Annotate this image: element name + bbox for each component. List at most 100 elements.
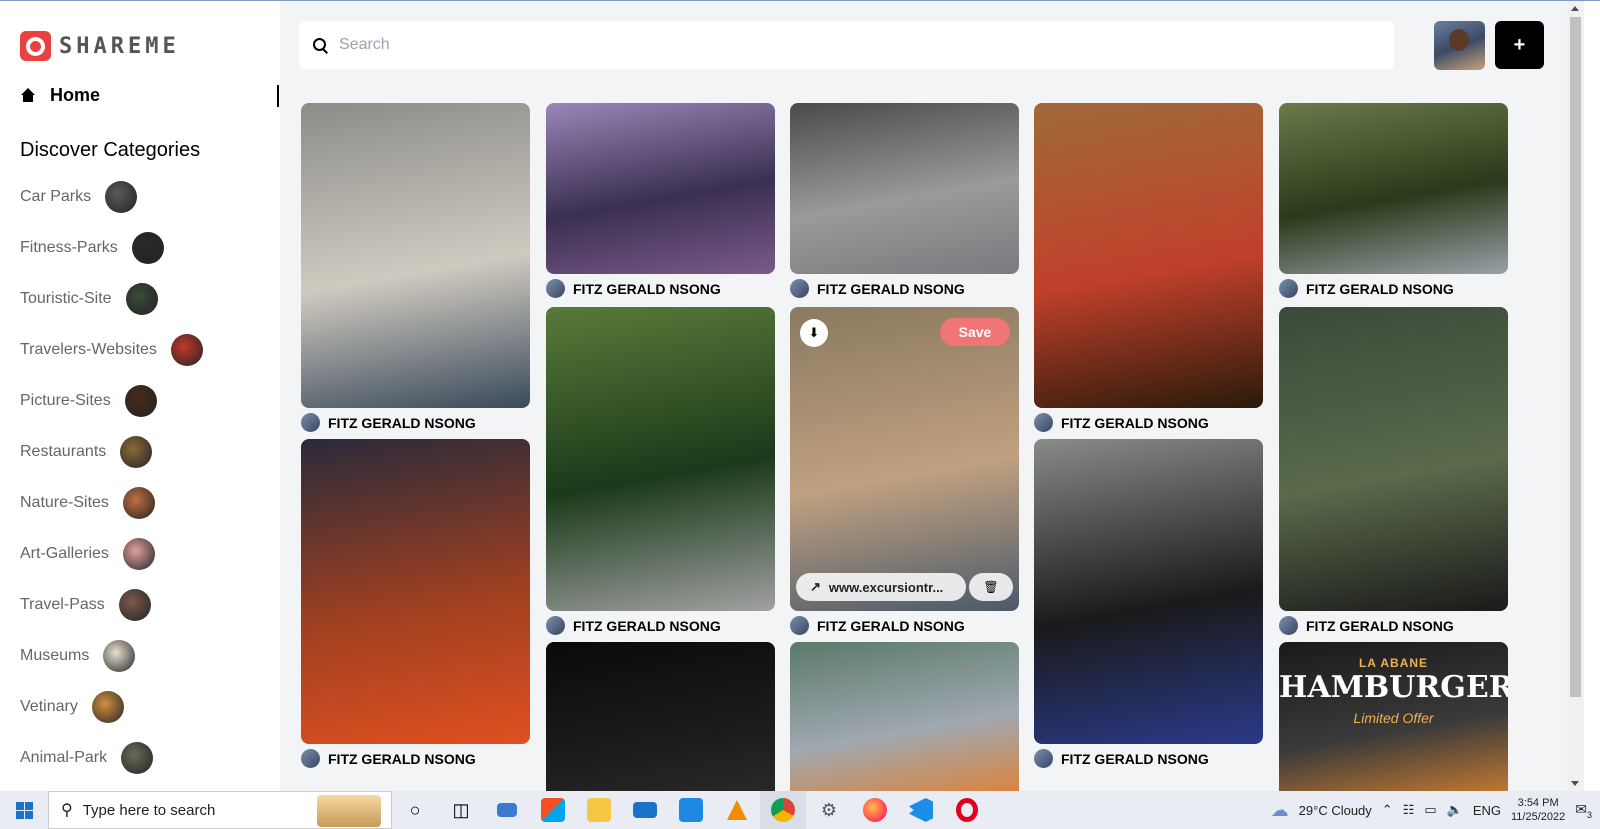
file-explorer-icon[interactable] xyxy=(576,791,622,829)
category-label: Museums xyxy=(20,647,90,664)
cortana-icon[interactable]: ○ xyxy=(392,791,438,829)
pin-author[interactable]: FITZ GERALD NSONG xyxy=(1034,749,1209,768)
vscode-icon[interactable] xyxy=(898,791,944,829)
category-label: Vetinary xyxy=(20,698,78,715)
download-icon[interactable]: ⬇ xyxy=(800,319,828,347)
category-item[interactable]: Animal-Park xyxy=(20,742,154,774)
category-item[interactable]: Restaurants xyxy=(20,436,153,468)
pin-image[interactable] xyxy=(790,642,1019,791)
scrollbar-thumb[interactable] xyxy=(1570,17,1581,697)
pin-author[interactable]: FITZ GERALD NSONG xyxy=(301,749,476,768)
category-thumbnail xyxy=(125,283,158,315)
search-input[interactable] xyxy=(339,36,1339,54)
pin-image[interactable]: LA ABANE HAMBURGER Limited Offer xyxy=(1279,642,1508,791)
vlc-icon[interactable] xyxy=(714,791,760,829)
category-item[interactable]: Car Parks xyxy=(20,181,138,213)
chevron-up-icon[interactable]: ⌃ xyxy=(1382,802,1393,818)
weather-text[interactable]: 29°C Cloudy xyxy=(1299,803,1372,818)
pin-author[interactable]: FITZ GERALD NSONG xyxy=(1279,616,1454,635)
search-bar[interactable] xyxy=(299,21,1394,69)
author-avatar xyxy=(1034,749,1053,768)
author-name: FITZ GERALD NSONG xyxy=(1061,414,1209,431)
category-label: Car Parks xyxy=(20,188,92,205)
category-item[interactable]: Travelers-Websites xyxy=(20,334,203,366)
category-label: Nature-Sites xyxy=(20,494,109,511)
scroll-down-icon[interactable] xyxy=(1571,781,1579,786)
external-link-icon: ↗ xyxy=(810,579,821,594)
pin-image[interactable] xyxy=(790,103,1019,274)
pin-author[interactable]: FITZ GERALD NSONG xyxy=(301,413,476,432)
search-icon xyxy=(313,38,327,52)
active-indicator xyxy=(277,85,279,107)
notification-icon[interactable]: ✉3 xyxy=(1575,801,1592,820)
taskbar-search-placeholder: Type here to search xyxy=(82,801,216,819)
firefox-icon[interactable] xyxy=(852,791,898,829)
poster-title: HAMBURGER xyxy=(1279,670,1508,705)
author-avatar xyxy=(546,279,565,298)
categories-title: Discover Categories xyxy=(20,139,201,161)
pin-image[interactable] xyxy=(546,307,775,611)
pin-image[interactable] xyxy=(1034,103,1263,408)
poster-tagline: Limited Offer xyxy=(1353,710,1434,726)
volume-icon[interactable]: 🔈 xyxy=(1447,802,1463,818)
language-indicator[interactable]: ENG xyxy=(1473,803,1501,818)
task-view-icon[interactable]: ◫ xyxy=(438,791,484,829)
delete-icon[interactable]: 🗑 xyxy=(969,573,1013,601)
category-item[interactable]: Nature-Sites xyxy=(20,487,155,519)
pin-author[interactable]: FITZ GERALD NSONG xyxy=(546,279,721,298)
pin-author[interactable]: FITZ GERALD NSONG xyxy=(790,279,965,298)
category-item[interactable]: Travel-Pass xyxy=(20,589,151,621)
category-item[interactable]: Fitness-Parks xyxy=(20,232,164,264)
settings-icon[interactable]: ⚙ xyxy=(806,791,852,829)
pin-author[interactable]: FITZ GERALD NSONG xyxy=(546,616,721,635)
news-app-icon[interactable] xyxy=(668,791,714,829)
author-avatar xyxy=(546,616,565,635)
scroll-up-icon[interactable] xyxy=(1571,6,1579,11)
category-item[interactable]: Picture-Sites xyxy=(20,385,157,417)
author-name: FITZ GERALD NSONG xyxy=(328,414,476,431)
category-item[interactable]: Vetinary xyxy=(20,691,124,723)
author-name: FITZ GERALD NSONG xyxy=(1306,617,1454,634)
pin-link[interactable]: ↗ www.excursiontr... xyxy=(796,573,966,601)
author-name: FITZ GERALD NSONG xyxy=(1061,750,1209,767)
author-avatar xyxy=(1279,279,1298,298)
desktop-app-icon[interactable] xyxy=(484,791,530,829)
battery-icon[interactable]: ▭ xyxy=(1424,802,1436,818)
add-pin-button[interactable]: + xyxy=(1495,21,1544,69)
notification-count: 3 xyxy=(1586,809,1592,820)
category-thumbnail xyxy=(120,436,153,468)
opera-icon[interactable] xyxy=(944,791,990,829)
pin-image[interactable] xyxy=(301,439,530,744)
author-name: FITZ GERALD NSONG xyxy=(573,280,721,297)
category-item[interactable]: Touristic-Site xyxy=(20,283,158,315)
clock[interactable]: 3:54 PM 11/25/2022 xyxy=(1511,796,1565,824)
scrollbar[interactable] xyxy=(1567,1,1584,791)
category-item[interactable]: Museums xyxy=(20,640,136,672)
category-thumbnail xyxy=(121,742,154,774)
pin-image[interactable] xyxy=(546,103,775,274)
category-thumbnail xyxy=(105,181,138,213)
category-item[interactable]: Art-Galleries xyxy=(20,538,155,570)
user-avatar[interactable] xyxy=(1434,21,1485,70)
start-button[interactable] xyxy=(0,791,48,829)
pin-image[interactable] xyxy=(546,642,775,791)
mail-icon[interactable] xyxy=(622,791,668,829)
taskbar-search[interactable]: ⚲ Type here to search xyxy=(48,791,392,829)
pin-link-text: www.excursiontr... xyxy=(828,579,944,595)
store-icon[interactable] xyxy=(530,791,576,829)
pin-image[interactable] xyxy=(301,103,530,408)
nav-home[interactable]: Home xyxy=(20,85,100,106)
chrome-icon[interactable] xyxy=(760,791,806,829)
category-thumbnail xyxy=(122,487,155,519)
pin-image[interactable] xyxy=(1034,439,1263,744)
category-label: Art-Galleries xyxy=(20,545,109,562)
pin-author[interactable]: FITZ GERALD NSONG xyxy=(1279,279,1454,298)
pin-author[interactable]: FITZ GERALD NSONG xyxy=(790,616,965,635)
pin-image[interactable] xyxy=(1279,103,1508,274)
pin-image[interactable]: ⬇ Save ↗ www.excursiontr... 🗑 xyxy=(790,307,1019,611)
pin-author[interactable]: FITZ GERALD NSONG xyxy=(1034,413,1209,432)
app-logo[interactable]: SHAREME xyxy=(20,31,180,61)
pin-image[interactable] xyxy=(1279,307,1508,611)
save-button[interactable]: Save xyxy=(940,318,1010,346)
network-icon[interactable]: ☷ xyxy=(1403,802,1415,818)
